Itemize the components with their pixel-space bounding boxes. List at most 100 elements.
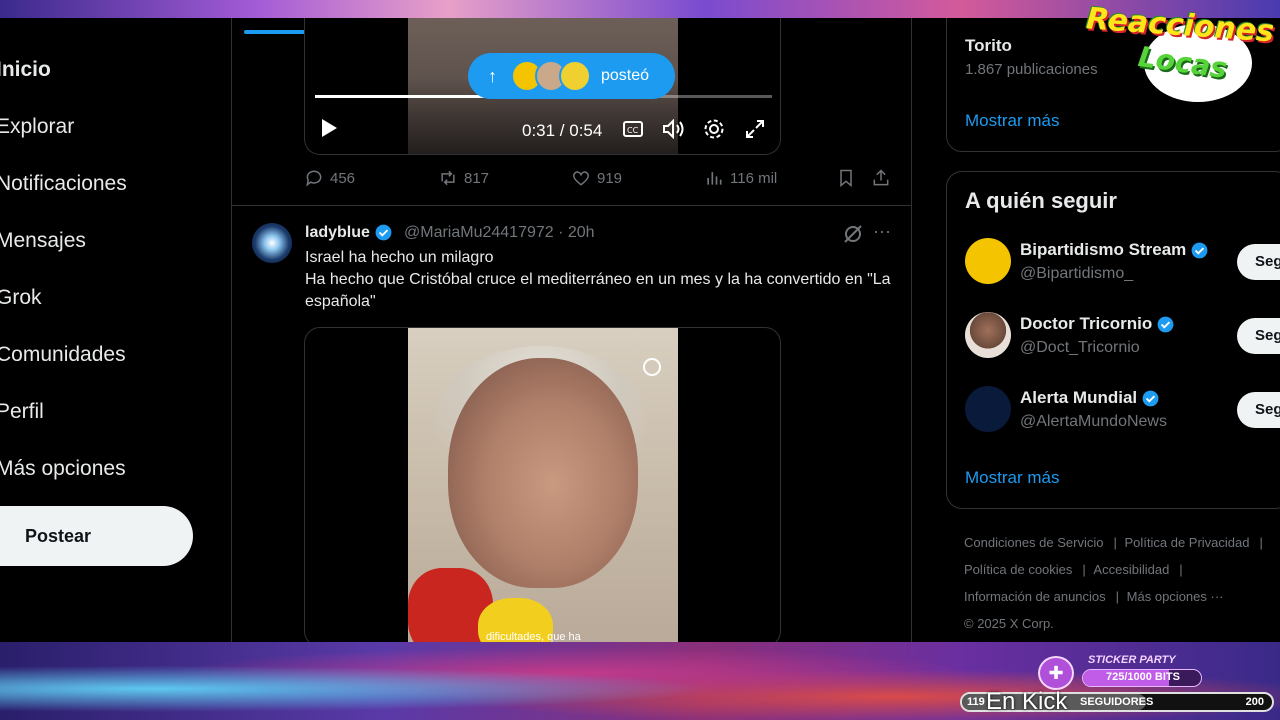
tweet-handle-time[interactable]: @MariaMu24417972 · 20h (404, 224, 595, 242)
nav-more-options[interactable]: Más opciones (0, 457, 126, 481)
followers-label: SEGUIDORES (1080, 696, 1154, 708)
heart-icon (572, 171, 590, 186)
tweet-author-name[interactable]: ladyblue (305, 223, 393, 242)
play-icon[interactable] (319, 117, 339, 144)
tab-indicator (244, 30, 309, 34)
footer-links: Condiciones de Servicio | Política de Pri… (964, 529, 1280, 637)
account-name-label: Alerta Mundial (1020, 388, 1138, 407)
follow-button[interactable]: Seg (1237, 318, 1280, 354)
arrow-up-icon: ↑ (488, 65, 497, 86)
video-face (448, 358, 638, 588)
verified-badge-icon (1142, 390, 1159, 406)
video-player[interactable]: dificultades, que ha (304, 327, 781, 642)
bits-goal-widget: ✚ STICKER PARTY 725/1000 BITS (1038, 652, 1208, 692)
share-button[interactable] (871, 168, 891, 188)
bits-progress-text: 725/1000 BITS (1106, 671, 1180, 683)
account-name: Alerta Mundial (1020, 388, 1160, 408)
volume-icon[interactable] (662, 118, 686, 144)
post-button[interactable]: Postear (0, 506, 193, 566)
footer-link[interactable]: Información de anuncios (964, 583, 1106, 610)
channel-logo: Reacciones Locas (1085, 1, 1280, 102)
verified-badge-icon (1157, 316, 1174, 332)
reply-icon (306, 170, 322, 187)
video-time: 0:31 / 0:54 (522, 121, 603, 140)
followers-goal: 200 (1245, 696, 1264, 708)
nav-notifications[interactable]: Notificaciones (0, 172, 127, 196)
new-posts-pill[interactable]: ↑ posteó (468, 53, 675, 99)
author-name-label: ladyblue (305, 223, 370, 241)
fullscreen-icon[interactable] (745, 119, 765, 144)
account-handle: @Doct_Tricornio (1020, 339, 1140, 356)
separator: | (1082, 562, 1086, 577)
captions-icon[interactable]: CC (623, 120, 643, 143)
divider (911, 18, 912, 642)
follow-suggestion[interactable]: Doctor Tricornio @Doct_Tricornio Seg (965, 312, 1280, 362)
account-handle: @AlertaMundoNews (1020, 413, 1167, 430)
x-app-screen: Inicio Explorar Notificaciones Mensajes … (0, 18, 1280, 642)
tweet-text-line: Israel ha hecho un milagro (305, 249, 494, 266)
nav-profile[interactable]: Perfil (0, 400, 44, 424)
right-sidebar: Torito 1.867 publicaciones Mostrar más A… (946, 18, 1280, 642)
account-name-label: Doctor Tricornio (1020, 314, 1153, 333)
tweet-text: Israel ha hecho un milagro Ha hecho que … (305, 247, 900, 313)
followers-current: 119 (967, 696, 985, 708)
account-handle: @Bipartidismo_ (1020, 265, 1134, 282)
nav-explore[interactable]: Explorar (0, 115, 74, 139)
nav-grok[interactable]: Grok (0, 286, 42, 310)
trend-title[interactable]: Torito (965, 36, 1012, 56)
bookmark-button[interactable] (836, 168, 856, 188)
follow-suggestion[interactable]: Bipartidismo Stream @Bipartidismo_ Seg (965, 238, 1280, 288)
settings-gear-icon[interactable] (703, 118, 725, 145)
like-button[interactable]: 919 (571, 168, 622, 188)
reply-button[interactable]: 456 (304, 168, 355, 188)
who-to-follow-title: A quién seguir (965, 188, 1117, 213)
tweet-actions: 456 817 919 116 mil (304, 168, 904, 194)
who-to-follow-card: A quién seguir Bipartidismo Stream @Bipa… (946, 171, 1280, 509)
left-sidebar: Inicio Explorar Notificaciones Mensajes … (0, 18, 232, 642)
tweet-separator (232, 205, 911, 206)
heart-icon: ✚ (1038, 656, 1074, 690)
separator: | (1179, 562, 1183, 577)
nav-home[interactable]: Inicio (0, 58, 51, 82)
repost-button[interactable]: 817 (438, 168, 489, 188)
repost-icon (441, 170, 455, 186)
footer-link[interactable]: Condiciones de Servicio (964, 529, 1103, 556)
footer-link[interactable]: Política de Privacidad (1124, 529, 1249, 556)
bits-goal-title: STICKER PARTY (1088, 654, 1176, 666)
view-count: 116 mil (730, 169, 778, 187)
footer-link[interactable]: Accesibilidad (1093, 556, 1169, 583)
follow-suggestion[interactable]: Alerta Mundial @AlertaMundoNews Seg (965, 386, 1280, 436)
follow-button[interactable]: Seg (1237, 244, 1280, 280)
avatar[interactable] (965, 386, 1011, 432)
footer-link[interactable]: Más opciones ··· (1127, 583, 1224, 610)
logo-text: Reacciones (1085, 1, 1276, 50)
follow-button[interactable]: Seg (1237, 392, 1280, 428)
show-more-link[interactable]: Mostrar más (965, 111, 1059, 131)
like-count: 919 (597, 169, 623, 187)
avatar[interactable] (965, 238, 1011, 284)
bar-chart-icon (707, 172, 722, 185)
verified-badge-icon (375, 224, 392, 241)
separator: | (1259, 535, 1263, 550)
nav-communities[interactable]: Comunidades (0, 343, 126, 367)
grok-icon[interactable] (842, 223, 864, 250)
separator: | (1115, 589, 1120, 604)
timeline: 0:31 / 0:54 CC ↑ posteó 456 817 919 116 … (232, 18, 911, 642)
views-button[interactable]: 116 mil (704, 168, 777, 188)
nav-messages[interactable]: Mensajes (0, 229, 86, 253)
account-name: Doctor Tricornio (1020, 314, 1175, 334)
verified-badge-icon (1191, 242, 1208, 258)
avatar[interactable] (965, 312, 1011, 358)
footer-link[interactable]: Política de cookies (964, 556, 1072, 583)
reply-count: 456 (330, 169, 356, 187)
more-options-icon[interactable]: ··· (873, 221, 891, 242)
avatar[interactable] (252, 223, 292, 263)
bookmark-icon (840, 169, 852, 188)
separator: | (1113, 535, 1117, 550)
trend-count: 1.867 publicaciones (965, 61, 1098, 78)
avatar (559, 60, 591, 92)
copyright: © 2025 X Corp. (964, 616, 1054, 631)
show-more-link[interactable]: Mostrar más (965, 468, 1059, 488)
kick-label: En Kick (986, 688, 1068, 715)
account-name: Bipartidismo Stream (1020, 240, 1209, 260)
